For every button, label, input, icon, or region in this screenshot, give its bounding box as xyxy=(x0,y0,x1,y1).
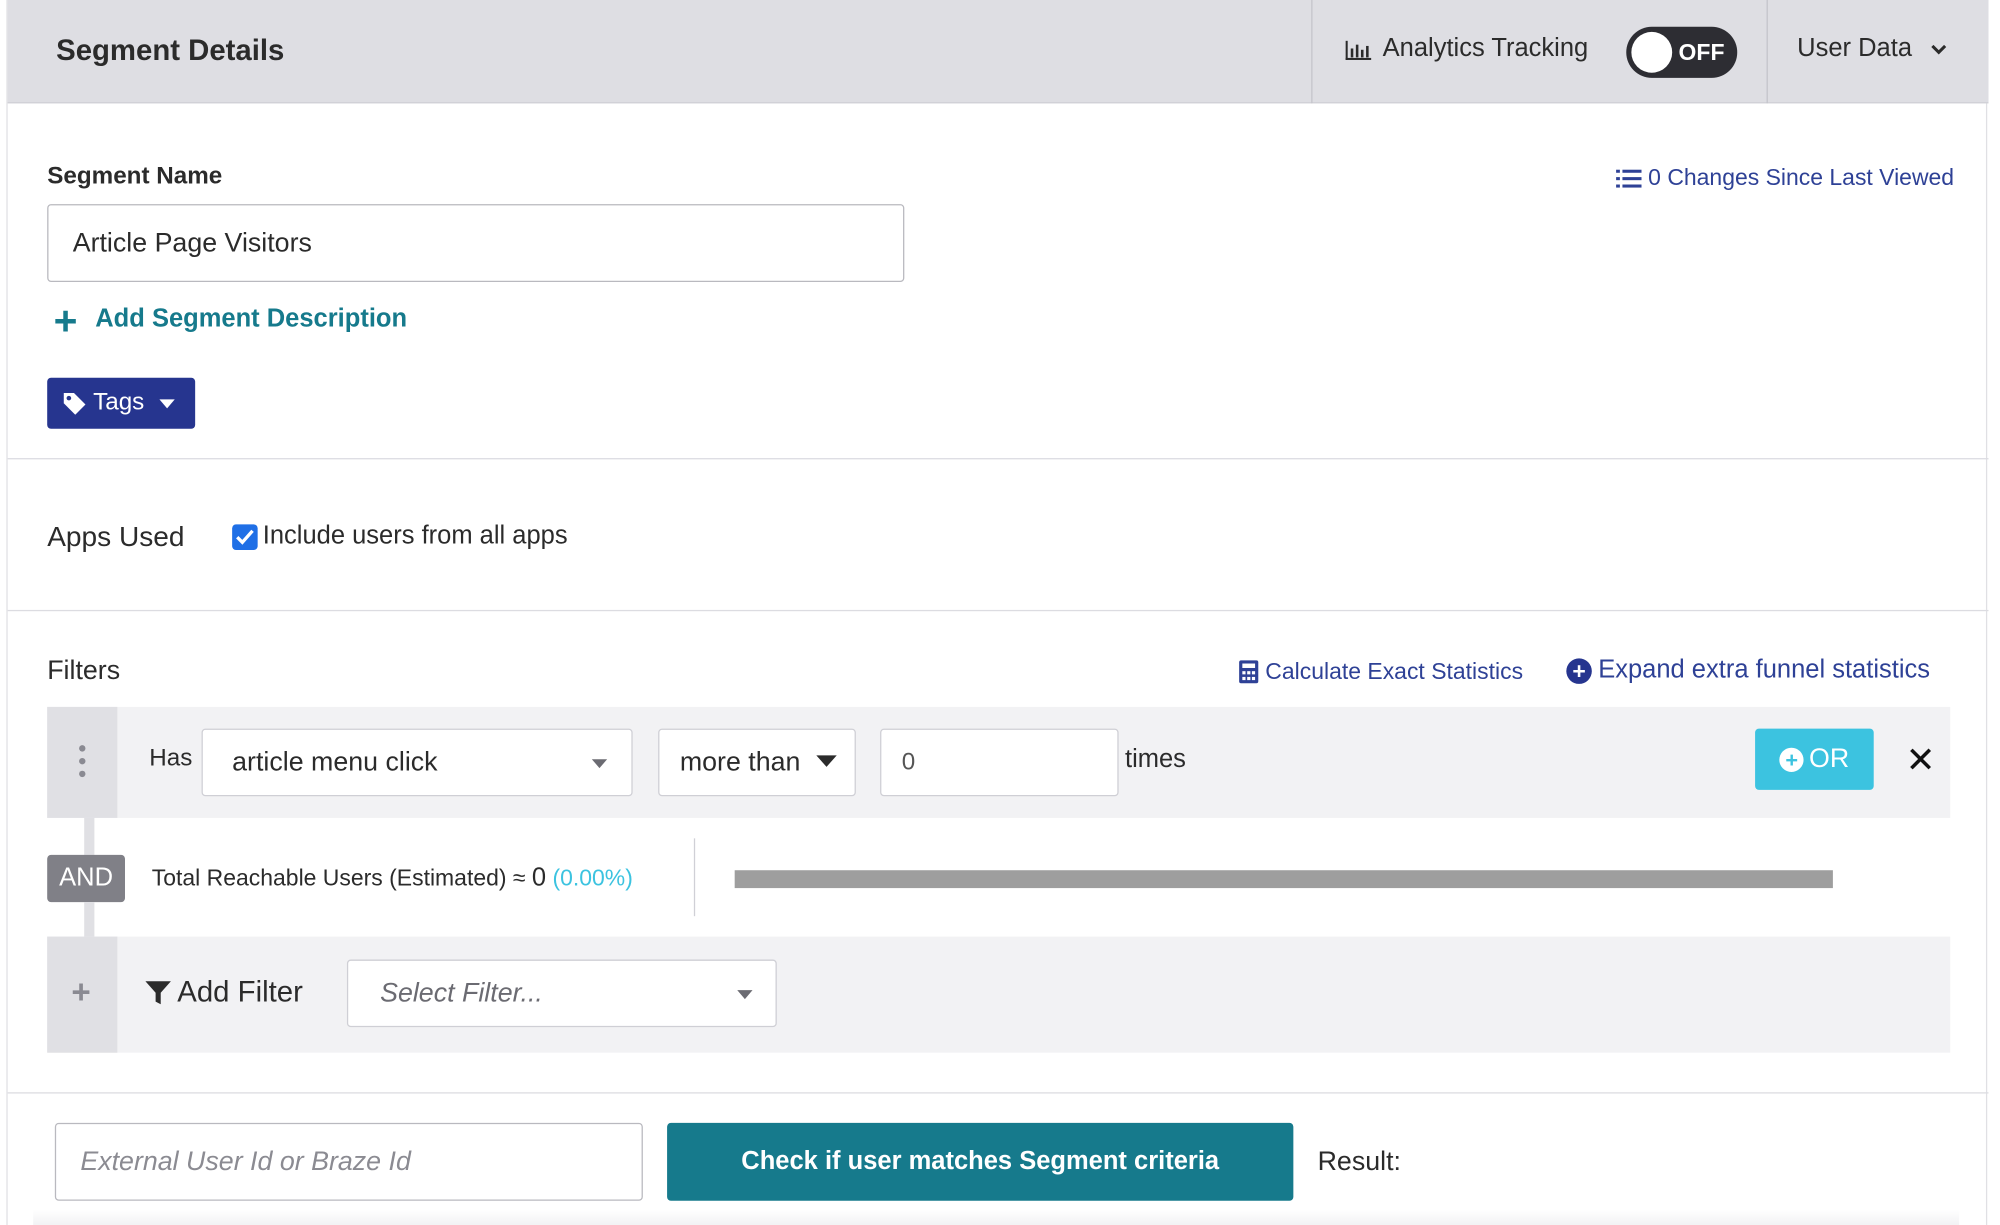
list-icon xyxy=(1616,169,1642,187)
reachable-users-estimate: Total Reachable Users (Estimated) ≈ 0 (0… xyxy=(152,864,633,893)
checkmark-icon xyxy=(236,529,254,545)
page-title: Segment Details xyxy=(56,33,285,67)
remove-filter-close-icon[interactable]: ✕ xyxy=(1906,739,1936,781)
analytics-tracking-label: Analytics Tracking xyxy=(1344,34,1588,63)
bottom-shadow xyxy=(33,1209,1960,1225)
drag-dots-icon xyxy=(79,745,86,783)
app-root: Segment Details Analytics Tracking OFF U… xyxy=(0,0,2000,1225)
plus-circle-icon: + xyxy=(1566,657,1592,684)
user-data-label: User Data xyxy=(1797,34,1913,63)
analytics-tracking-toggle[interactable]: OFF xyxy=(1626,26,1738,78)
section-divider xyxy=(7,1092,1989,1094)
filter-prefix: Has xyxy=(149,745,193,772)
select-filter-dropdown[interactable]: Select Filter... xyxy=(346,959,777,1028)
external-user-id-input[interactable] xyxy=(54,1122,643,1201)
section-divider xyxy=(7,609,1989,612)
segment-name-label: Segment Name xyxy=(47,163,223,191)
caret-down-icon xyxy=(737,990,753,1000)
tag-icon xyxy=(63,393,86,415)
chevron-down-icon xyxy=(1931,44,1947,54)
include-all-apps-checkbox[interactable] xyxy=(232,524,258,550)
add-filter-text: Add Filter xyxy=(177,974,303,1009)
caret-down-icon xyxy=(159,398,175,408)
user-data-dropdown[interactable]: User Data xyxy=(1797,34,1948,63)
expand-funnel-statistics-link[interactable]: + Expand extra funnel statistics xyxy=(1566,656,1930,685)
or-button[interactable]: + OR xyxy=(1755,728,1874,790)
bar-chart-icon xyxy=(1345,40,1372,60)
reachable-users-progress-bar xyxy=(734,870,1833,889)
panel-header: Segment Details Analytics Tracking OFF U… xyxy=(7,0,1989,104)
plus-icon: + xyxy=(53,296,78,343)
result-label: Result: xyxy=(1317,1147,1401,1177)
toggle-knob xyxy=(1631,31,1673,73)
apps-used-label: Apps Used xyxy=(47,520,185,553)
scaled-canvas: Segment Details Analytics Tracking OFF U… xyxy=(0,0,2000,1225)
changes-since-last-viewed-link[interactable]: 0 Changes Since Last Viewed xyxy=(1616,165,1954,192)
tags-dropdown-button[interactable]: Tags xyxy=(47,377,196,429)
toggle-state-text: OFF xyxy=(1678,39,1725,66)
reach-count: 0 xyxy=(531,863,547,892)
add-filter-label: Add Filter xyxy=(145,974,303,1009)
add-filter-row: + Add Filter Select Filter... xyxy=(47,936,1951,1053)
add-filter-handle: + xyxy=(47,936,118,1053)
caret-down-icon xyxy=(816,755,837,767)
analytics-tracking-text: Analytics Tracking xyxy=(1382,34,1589,63)
count-input[interactable] xyxy=(880,728,1119,797)
plus-icon: + xyxy=(71,972,91,1011)
filter-row: Has article menu click more than times +… xyxy=(47,706,1951,818)
calculator-icon xyxy=(1239,660,1259,684)
changes-text: 0 Changes Since Last Viewed xyxy=(1648,164,1955,191)
section-divider xyxy=(7,458,1989,460)
add-segment-description-link[interactable]: + Add Segment Description xyxy=(53,296,408,343)
segment-details-panel: Segment Details Analytics Tracking OFF U… xyxy=(6,0,1989,1225)
tags-label: Tags xyxy=(93,389,145,416)
connector-line xyxy=(84,902,95,937)
filters-label: Filters xyxy=(47,655,121,686)
header-divider xyxy=(1311,0,1313,104)
and-badge: AND xyxy=(47,854,125,903)
event-select[interactable]: article menu click xyxy=(201,728,633,797)
reach-percentage: (0.00%) xyxy=(552,865,633,891)
add-description-text: Add Segment Description xyxy=(95,304,408,334)
filter-suffix: times xyxy=(1124,745,1186,774)
calculate-exact-statistics-link[interactable]: Calculate Exact Statistics xyxy=(1239,658,1524,685)
header-divider xyxy=(1766,0,1768,104)
expand-text: Expand extra funnel statistics xyxy=(1598,655,1931,684)
reach-divider xyxy=(693,838,696,917)
or-label: OR xyxy=(1808,743,1850,774)
comparator-value: more than xyxy=(679,747,801,777)
connector-line xyxy=(84,817,95,855)
caret-down-icon xyxy=(591,759,608,769)
calculate-text: Calculate Exact Statistics xyxy=(1265,658,1524,684)
event-select-value: article menu click xyxy=(232,747,438,777)
reach-text: Total Reachable Users (Estimated) ≈ xyxy=(151,865,532,891)
check-user-match-button[interactable]: Check if user matches Segment criteria xyxy=(667,1122,1294,1201)
comparator-select[interactable]: more than xyxy=(658,728,856,797)
include-all-apps-label[interactable]: Include users from all apps xyxy=(263,522,568,551)
segment-name-input[interactable] xyxy=(47,204,905,282)
drag-handle[interactable] xyxy=(47,706,118,818)
select-filter-placeholder: Select Filter... xyxy=(380,978,543,1008)
plus-circle-icon: + xyxy=(1779,747,1804,772)
funnel-icon xyxy=(145,980,171,1004)
